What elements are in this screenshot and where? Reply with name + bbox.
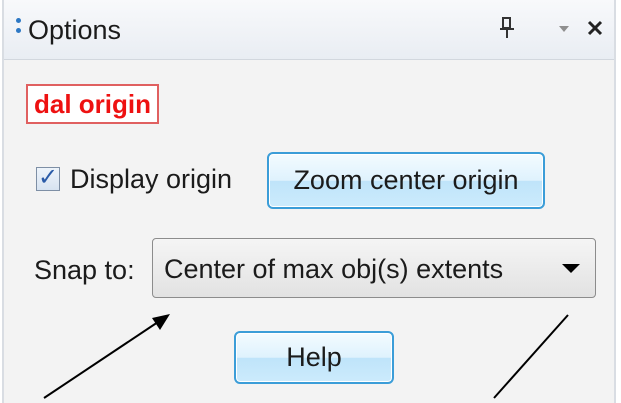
grip-dots-icon[interactable] bbox=[14, 18, 22, 44]
close-icon[interactable] bbox=[586, 16, 604, 45]
options-panel: Options dal origin ✓ Display origin Zoom… bbox=[2, 0, 616, 403]
panel-title-bar[interactable]: Options bbox=[4, 0, 614, 60]
pin-icon[interactable] bbox=[499, 16, 515, 47]
snap-to-value: Center of max obj(s) extents bbox=[164, 254, 504, 284]
zoom-center-origin-button[interactable]: Zoom center origin bbox=[267, 152, 545, 209]
snap-to-label: Snap to: bbox=[34, 255, 135, 285]
panel-title: Options bbox=[28, 15, 122, 45]
display-origin-checkbox[interactable]: ✓ bbox=[36, 164, 60, 191]
chevron-down-icon[interactable] bbox=[549, 239, 595, 297]
dropdown-menu-icon[interactable] bbox=[557, 17, 571, 51]
help-button[interactable]: Help bbox=[234, 331, 394, 384]
snap-to-select[interactable]: Center of max obj(s) extents bbox=[152, 238, 596, 298]
display-origin-label[interactable]: Display origin bbox=[70, 164, 232, 194]
annotation-label: dal origin bbox=[26, 84, 159, 124]
checkmark-icon: ✓ bbox=[38, 164, 59, 191]
